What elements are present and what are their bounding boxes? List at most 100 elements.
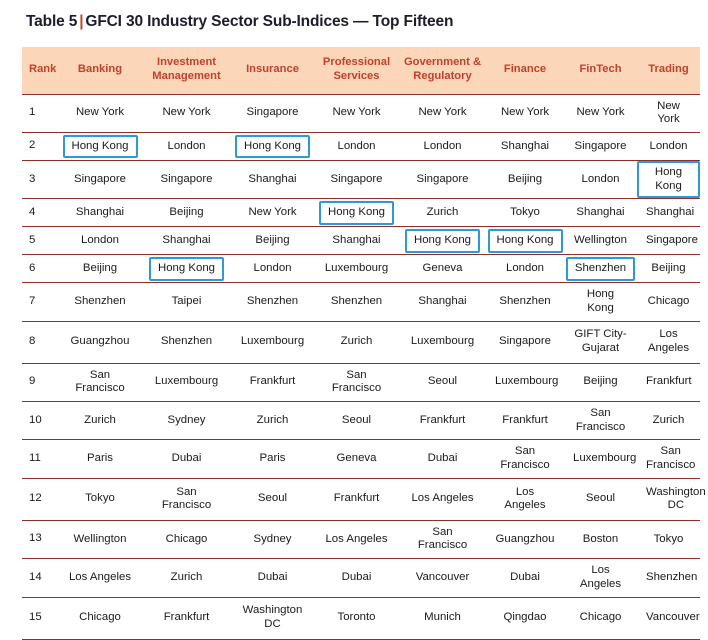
data-cell: Beijing	[637, 255, 700, 283]
cell-value: New York	[567, 101, 633, 125]
table-row: 14Los AngelesZurichDubaiDubaiVancouverDu…	[22, 559, 700, 597]
data-cell: New York	[564, 94, 637, 132]
cell-value: San Francisco	[399, 521, 486, 558]
cell-value: Chicago	[639, 290, 699, 314]
data-cell: Zurich	[142, 559, 231, 597]
cell-value: Tokyo	[76, 487, 124, 511]
data-cell: Geneva	[314, 440, 399, 478]
cell-value: Dubai	[501, 566, 549, 590]
cell-value: Frankfurt	[637, 370, 701, 394]
cell-value: Shenzhen	[637, 566, 706, 590]
rank-cell: 10	[22, 402, 58, 440]
table-page: Table 5|GFCI 30 Industry Sector Sub-Indi…	[0, 0, 708, 549]
sub-indices-table-container: Rank Banking Investment Management Insur…	[22, 47, 700, 640]
data-cell: Shenzhen	[564, 255, 637, 283]
cell-value: Frankfurt	[155, 606, 219, 630]
table-row: 6BeijingHong KongLondonLuxembourgGenevaL…	[22, 255, 700, 283]
cell-value: Beijing	[246, 229, 298, 253]
table-row: 9San FranciscoLuxembourgFrankfurtSan Fra…	[22, 363, 700, 401]
data-cell: GIFT City-Gujarat	[564, 321, 637, 363]
data-cell: Dubai	[142, 440, 231, 478]
highlighted-cell-value: Hong Kong	[637, 161, 700, 198]
data-cell: Zurich	[231, 402, 314, 440]
cell-value: Dubai	[163, 447, 211, 471]
data-cell: Geneva	[399, 255, 486, 283]
rank-cell: 8	[22, 321, 58, 363]
table-row: 8GuangzhouShenzhenLuxembourgZurichLuxemb…	[22, 321, 700, 363]
cell-value: San Francisco	[142, 481, 231, 518]
data-cell: Singapore	[314, 160, 399, 198]
cell-value: Luxembourg	[146, 370, 227, 394]
data-cell: Toronto	[314, 597, 399, 639]
data-cell: Paris	[231, 440, 314, 478]
data-cell: Singapore	[637, 227, 700, 255]
cell-value: Frankfurt	[493, 409, 557, 433]
data-cell: New York	[231, 199, 314, 227]
data-cell: Washington DC	[231, 597, 314, 639]
cell-value: London	[640, 135, 696, 159]
table-row: 11ParisDubaiParisGenevaDubaiSan Francisc…	[22, 440, 700, 478]
data-cell: Singapore	[399, 160, 486, 198]
data-cell: San Francisco	[399, 520, 486, 558]
data-cell: New York	[486, 94, 564, 132]
data-cell: Frankfurt	[314, 478, 399, 520]
highlighted-cell-value: Hong Kong	[488, 229, 563, 253]
data-cell: Los Angeles	[564, 559, 637, 597]
table-row: 5LondonShanghaiBeijingShanghaiHong KongH…	[22, 227, 700, 255]
data-cell: Dubai	[399, 440, 486, 478]
cell-value: Zurich	[644, 409, 694, 433]
data-cell: Zurich	[637, 402, 700, 440]
data-cell: London	[399, 132, 486, 160]
data-cell: New York	[399, 94, 486, 132]
column-header-finance: Finance	[486, 47, 564, 94]
cell-value: Dubai	[419, 447, 467, 471]
rank-cell: 1	[22, 94, 58, 132]
cell-value: New York	[67, 101, 133, 125]
cell-value: Chicago	[571, 606, 631, 630]
data-cell: Singapore	[142, 160, 231, 198]
cell-value: Hong Kong	[564, 283, 637, 320]
cell-value: Shanghai	[492, 135, 558, 159]
cell-value: Shanghai	[323, 229, 389, 253]
cell-value: Beijing	[499, 168, 551, 192]
cell-value: Vancouver	[407, 566, 479, 590]
cell-value: Shenzhen	[152, 330, 221, 354]
data-cell: Chicago	[142, 520, 231, 558]
highlighted-cell-value: Shenzhen	[566, 257, 635, 281]
cell-value: Zurich	[75, 409, 125, 433]
data-cell: Shenzhen	[58, 283, 142, 321]
data-cell: Wellington	[58, 520, 142, 558]
data-cell: Frankfurt	[399, 402, 486, 440]
data-cell: San Francisco	[486, 440, 564, 478]
data-cell: Shanghai	[58, 199, 142, 227]
cell-value: Singapore	[238, 101, 308, 125]
cell-value: Shanghai	[239, 168, 305, 192]
cell-value: Luxembourg	[316, 257, 397, 281]
cell-value: Dubai	[333, 566, 381, 590]
data-cell: London	[142, 132, 231, 160]
cell-value: New York	[323, 101, 389, 125]
cell-value: Shenzhen	[490, 290, 559, 314]
cell-value: New York	[637, 95, 700, 132]
data-cell: London	[486, 255, 564, 283]
cell-value: Frankfurt	[411, 409, 475, 433]
column-header-professional-services: Professional Services	[314, 47, 399, 94]
cell-value: San Francisco	[637, 440, 704, 477]
data-cell: Shenzhen	[142, 321, 231, 363]
column-header-insurance: Insurance	[231, 47, 314, 94]
rank-cell: 13	[22, 520, 58, 558]
cell-value: Boston	[574, 528, 627, 552]
cell-value: Paris	[251, 447, 295, 471]
table-row: 7ShenzhenTaipeiShenzhenShenzhenShanghaiS…	[22, 283, 700, 321]
cell-value: Luxembourg	[564, 447, 645, 471]
cell-value: Vancouver	[637, 606, 708, 630]
data-cell: Luxembourg	[231, 321, 314, 363]
cell-value: Munich	[415, 606, 470, 630]
data-cell: Frankfurt	[486, 402, 564, 440]
data-cell: Shanghai	[564, 199, 637, 227]
column-header-investment-management: Investment Management	[142, 47, 231, 94]
table-row: 3SingaporeSingaporeShanghaiSingaporeSing…	[22, 160, 700, 198]
data-cell: Los Angeles	[58, 559, 142, 597]
cell-value: Frankfurt	[325, 487, 389, 511]
cell-value: Chicago	[157, 528, 217, 552]
